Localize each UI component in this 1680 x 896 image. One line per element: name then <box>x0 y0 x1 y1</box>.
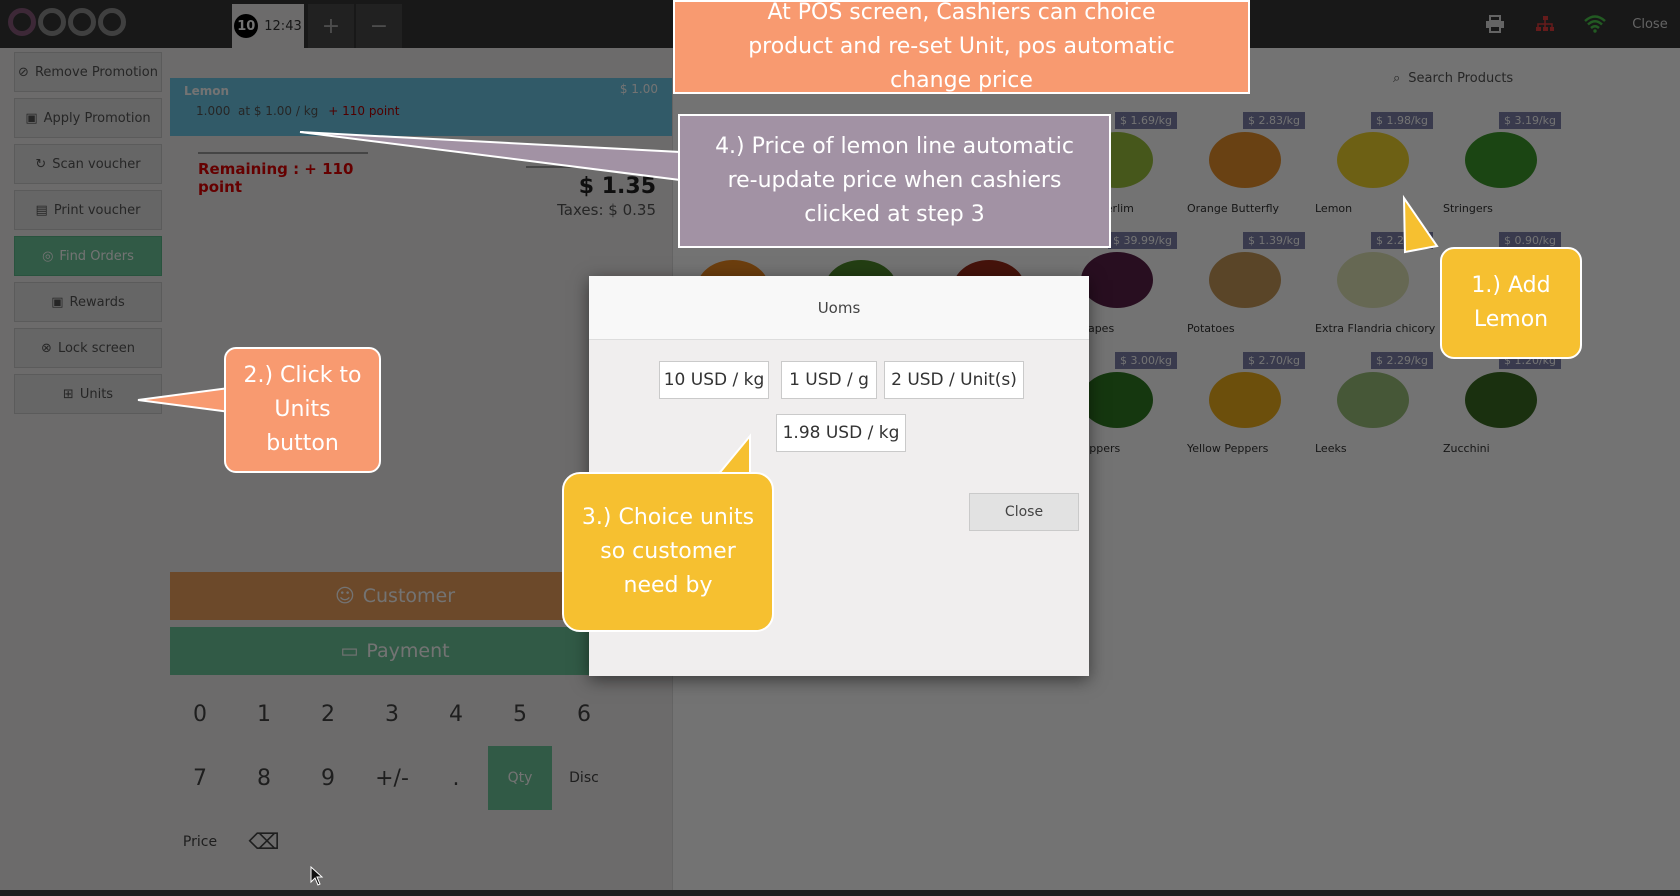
callout-text: 2.) Click to Units button <box>243 362 362 457</box>
step3-callout: 3.) Choice units so customer need by <box>562 472 774 632</box>
step4-callout: 4.) Price of lemon line automatic re-upd… <box>678 114 1111 248</box>
intro-callout: At POS screen, Cashiers can choice produ… <box>673 0 1250 94</box>
step2-callout: 2.) Click to Units button <box>224 347 381 473</box>
mouse-cursor-icon <box>310 865 324 890</box>
callout-text: At POS screen, Cashiers can choice produ… <box>748 0 1175 94</box>
callout-text: 4.) Price of lemon line automatic re-upd… <box>715 133 1074 228</box>
step1-callout: 1.) Add Lemon <box>1440 247 1582 359</box>
callout-text: 1.) Add Lemon <box>1471 272 1551 332</box>
callout-text: 3.) Choice units so customer need by <box>581 504 755 599</box>
